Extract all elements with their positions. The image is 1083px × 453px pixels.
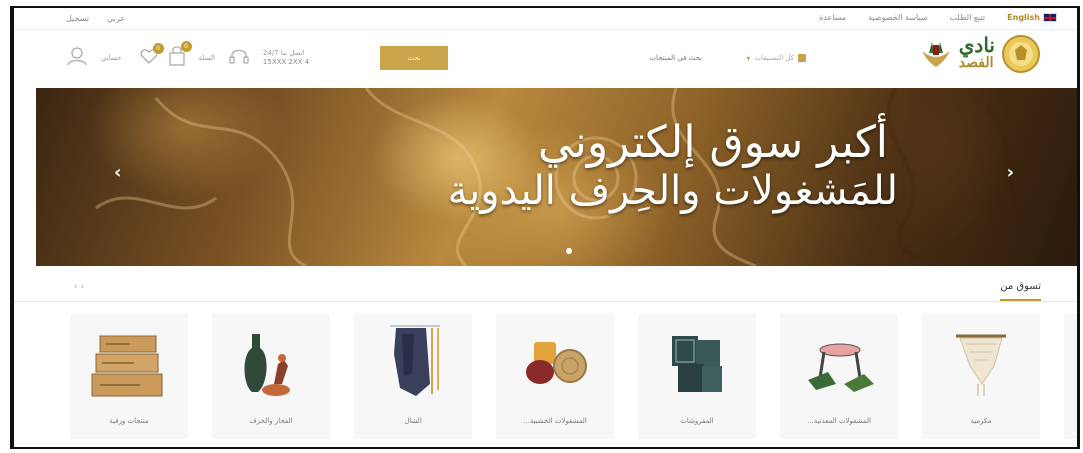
utility-link-privacy[interactable]: سياسة الخصوصية [868,13,927,22]
shawl-icon [390,325,440,396]
site-logo[interactable]: نادي الفصد [919,34,1041,74]
macrame-icon [956,334,1006,396]
hero-pagination [566,248,572,254]
category-label: الشال [404,417,422,425]
wishlist-count-badge: 0 [152,43,164,54]
category-select-label: كل التصنيفات [754,54,794,62]
hero-prev-button[interactable]: ‹ [114,162,121,183]
category-card[interactable]: الفخار والخزف [212,314,330,439]
grid-icon [798,54,806,62]
section-title: تسوق من [1000,281,1041,301]
cart-count-badge: 0 [180,41,192,52]
user-icon [67,47,87,66]
search-input[interactable] [448,46,712,70]
pottery-icon [244,334,290,396]
category-card[interactable]: منتجات ورقية [70,314,188,439]
browser-page: تسجيل عربي مساعدة سياسة الخصوصية تتبع ال… [10,6,1080,449]
stool-icon [808,343,874,392]
utility-link-register[interactable]: تسجيل [66,14,89,23]
search-bar: بحث ▾ كل التصنيفات [380,46,812,70]
account-button[interactable] [66,46,88,70]
category-label: المشغولات المعدنية... [807,417,871,425]
cart-label: السلة [198,54,215,62]
utility-bar: تسجيل عربي مساعدة سياسة الخصوصية تتبع ال… [14,8,1077,30]
category-card[interactable]: المشغولات الخشبية... [496,314,614,439]
account-label: حسابي [101,54,122,62]
contact-label: اتصل بنا 24/7 [262,49,305,57]
category-label: المشغولات الخشبية... [523,417,587,425]
hero-headline: أكبر سوق إلكتروني للمَشغولات والحِرف الي… [448,117,898,215]
category-label: المفروشات [680,417,714,425]
boxes-icon [91,335,163,397]
utility-left: تسجيل عربي [66,14,125,23]
utility-link-track-order[interactable]: تتبع الطلب [950,13,986,22]
category-carousel: منتجات ورقية الفخار والخزف الشال المشغول… [70,314,1077,439]
category-label: منتجات ورقية [109,417,149,425]
utility-link-lang-ar[interactable]: عربي [107,14,125,23]
eagle-seal-icon [1002,35,1040,73]
contact-info: اتصل بنا 24/7 15XXX 2XX 4 [263,49,309,67]
category-select[interactable]: ▾ كل التصنيفات [712,46,812,70]
logo-line2: الفصد [958,55,994,71]
hero-line2: للمَشغولات والحِرف اليدوية [447,168,898,214]
hero-banner[interactable]: ‹ أكبر سوق إلكتروني للمَشغولات والحِرف ا… [36,88,1077,266]
headset-icon [229,49,249,64]
utility-link-help[interactable]: مساعدة [819,13,846,22]
hero-dot[interactable] [566,248,572,254]
cushions-icon [672,336,722,392]
utility-right: مساعدة سياسة الخصوصية تتبع الطلب English [819,13,1057,22]
site-header: حسابي 0 0 السلة اتصل بنا 24/7 15XXX 2XX … [14,30,1077,92]
chevron-down-icon: ▾ [746,53,751,63]
carousel-nav-arrows[interactable]: ‹ › [74,282,84,292]
category-label: مكرمية [970,417,992,425]
wishlist-button[interactable]: 0 [139,43,164,68]
hands-emblem-icon [921,42,950,67]
category-card[interactable]: مكرمية [922,314,1040,439]
shop-from-header: ‹ › تسوق من [14,270,1077,302]
cart-button[interactable]: 0 [168,41,192,70]
baskets-icon [526,342,587,384]
hero-line1: أكبر سوق إلكتروني [537,117,888,168]
hero-next-button[interactable]: › [1007,162,1014,183]
category-card[interactable]: المفروشات [638,314,756,439]
uk-flag-icon [1043,13,1057,22]
language-switcher[interactable]: English [1007,13,1057,22]
language-label: English [1007,13,1040,22]
category-card-partial[interactable] [1064,314,1077,439]
search-button[interactable]: بحث [380,46,448,70]
category-label: الفخار والخزف [249,417,293,425]
phone-contact[interactable] [229,47,249,69]
contact-phone: 15XXX 2XX 4 [262,58,310,66]
header-icons: حسابي 0 0 السلة اتصل بنا 24/7 15XXX 2XX … [66,41,309,70]
category-card[interactable]: المشغولات المعدنية... [780,314,898,439]
logo-wordmark: نادي الفصد [958,35,995,72]
category-card[interactable]: الشال [354,314,472,439]
